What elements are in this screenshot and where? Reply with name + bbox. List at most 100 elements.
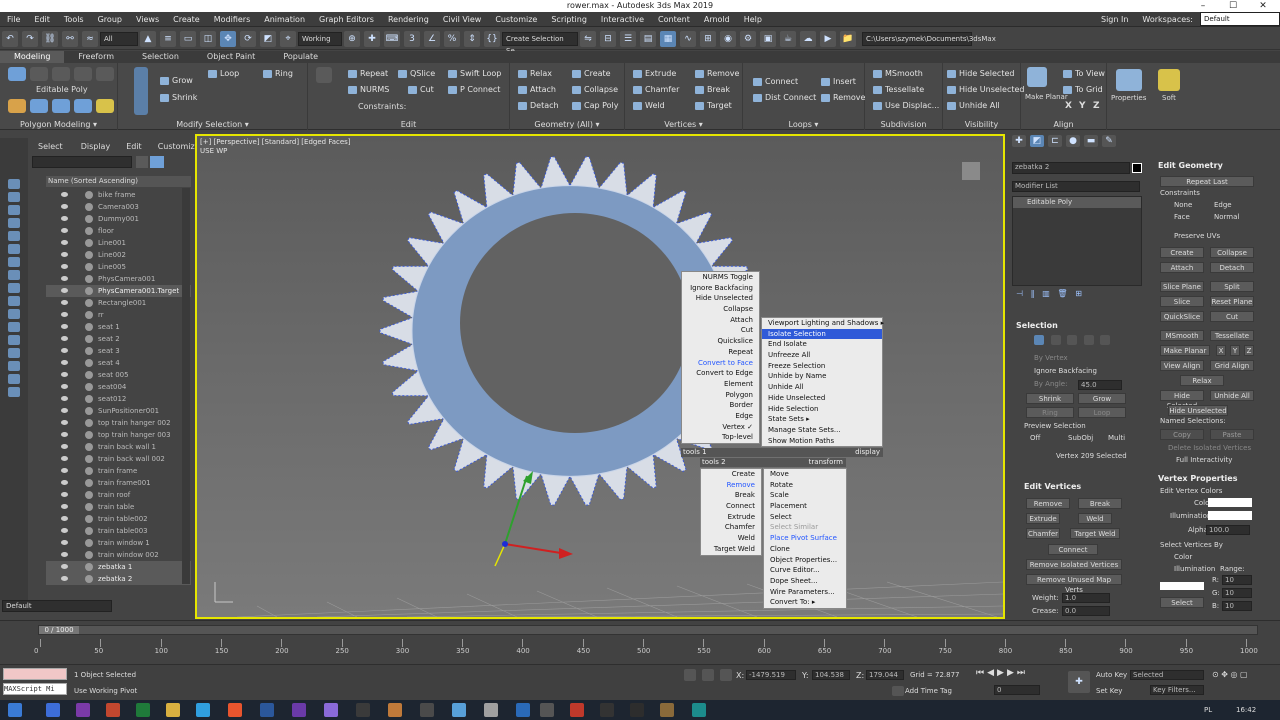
insert-button[interactable]: Insert: [821, 77, 856, 86]
preview-subobj-radio[interactable]: SubObj: [1068, 434, 1093, 442]
attach-button[interactable]: Attach: [518, 85, 556, 94]
filter-none-icon[interactable]: [8, 348, 20, 358]
edit-geometry-button[interactable]: Attach: [1160, 262, 1204, 273]
quad-menu-item[interactable]: Placement: [764, 501, 846, 512]
remove-button[interactable]: Remove: [695, 69, 739, 78]
ribbon-toggle-icon[interactable]: ▦: [660, 30, 676, 47]
visibility-eye-icon[interactable]: [61, 504, 68, 509]
project-path-field[interactable]: C:\Users\szymek\Documents\3dsMax: [862, 31, 996, 46]
app-icon[interactable]: [356, 703, 370, 717]
project-folder-icon[interactable]: 📁: [840, 30, 856, 47]
selection-rollout-title[interactable]: Selection: [1016, 321, 1058, 330]
app5-icon[interactable]: [484, 703, 498, 717]
range-b-spinner[interactable]: 10: [1222, 601, 1252, 611]
scene-list-item[interactable]: PhysCamera001.Target: [46, 285, 191, 297]
quad-menu-item[interactable]: Connect: [701, 501, 761, 512]
auto-key-button[interactable]: Auto Key: [1096, 671, 1127, 679]
app8-icon[interactable]: [570, 703, 584, 717]
ring-button[interactable]: Ring: [263, 69, 293, 78]
align-y-button[interactable]: Y: [1079, 101, 1086, 111]
viewcube[interactable]: [962, 162, 980, 180]
scene-list-item[interactable]: Line002: [46, 249, 191, 261]
menu-item[interactable]: Rendering: [381, 12, 436, 27]
visibility-eye-icon[interactable]: [61, 372, 68, 377]
quad-menu-item[interactable]: Unhide by Name: [762, 371, 882, 382]
visibility-eye-icon[interactable]: [61, 276, 68, 281]
crease-spinner[interactable]: 0.0: [1062, 606, 1110, 616]
tab-object-paint[interactable]: Object Paint: [193, 51, 269, 63]
preserve-uvs-icon[interactable]: [30, 99, 48, 113]
vertex-mode-icon[interactable]: [8, 67, 26, 81]
constraint-none-radio[interactable]: None: [1174, 201, 1192, 209]
window-crossing-icon[interactable]: ◫: [200, 30, 216, 47]
app11-icon[interactable]: [660, 703, 674, 717]
minimize-button[interactable]: –: [1188, 0, 1218, 12]
group-label[interactable]: Vertices ▾: [625, 120, 742, 129]
scene-list-item[interactable]: PhysCamera001: [46, 273, 191, 285]
quad-menu-item[interactable]: Create: [701, 469, 761, 480]
quad-menu-item[interactable]: Convert to Face: [682, 358, 759, 369]
visibility-eye-icon[interactable]: [61, 492, 68, 497]
menu-item[interactable]: Content: [651, 12, 697, 27]
dist-connect-button[interactable]: Dist Connect: [753, 93, 816, 102]
visibility-eye-icon[interactable]: [61, 576, 68, 581]
menu-item[interactable]: Arnold: [697, 12, 737, 27]
by-angle-checkbox[interactable]: By Angle:: [1034, 380, 1067, 388]
ring-button[interactable]: Ring: [1026, 407, 1074, 418]
constraint-normal-radio[interactable]: Normal: [1214, 213, 1239, 221]
visibility-eye-icon[interactable]: [61, 264, 68, 269]
quad-menu-item[interactable]: Collapse: [682, 304, 759, 315]
place-icon[interactable]: ⌖: [280, 30, 296, 47]
ignore-backfacing-checkbox[interactable]: Ignore Backfacing: [1034, 367, 1097, 375]
undo-icon[interactable]: ↶: [2, 30, 18, 47]
y-coordinate-field[interactable]: 104.538: [812, 670, 850, 680]
loop-button[interactable]: Loop: [208, 69, 239, 78]
quad-menu-item[interactable]: Remove: [701, 480, 761, 491]
group-label[interactable]: Modify Selection ▾: [118, 120, 307, 129]
constraint-face-radio[interactable]: Face: [1174, 213, 1190, 221]
quad-menu-item[interactable]: Convert to Edge: [682, 368, 759, 379]
tab-selection[interactable]: Selection: [128, 51, 193, 63]
scene-list-item[interactable]: train window 002: [46, 549, 191, 561]
break-button[interactable]: Break: [695, 85, 730, 94]
selection-filter-dropdown[interactable]: All: [100, 31, 138, 46]
app10-icon[interactable]: [630, 703, 644, 717]
scene-list-item[interactable]: Rectangle001: [46, 297, 191, 309]
edit-named-sets-icon[interactable]: {}: [484, 30, 500, 47]
app2-icon[interactable]: [388, 703, 402, 717]
detach-button[interactable]: Detach: [518, 101, 559, 110]
select-color-swatch[interactable]: [1160, 582, 1204, 590]
visibility-eye-icon[interactable]: [61, 432, 68, 437]
quad-menu-item[interactable]: NURMS Toggle: [682, 272, 759, 283]
quad-menu-item[interactable]: Top-level: [682, 432, 759, 443]
visibility-eye-icon[interactable]: [61, 312, 68, 317]
menu-item[interactable]: Interactive: [594, 12, 651, 27]
properties-icon[interactable]: [1116, 69, 1142, 91]
repeat-button[interactable]: Repeat: [348, 69, 388, 78]
edit-geometry-button[interactable]: Make Planar: [1160, 345, 1210, 356]
edit-geometry-button[interactable]: Split: [1210, 281, 1254, 292]
edit-vertices-rollout-title[interactable]: Edit Vertices: [1024, 482, 1081, 491]
connect-button[interactable]: Connect: [753, 77, 798, 86]
timeline-ruler[interactable]: 0 50 100 150 200 250 300 350 400 450 500 550 600 650 7…: [34, 639, 1258, 663]
soft-selection-icon[interactable]: [1158, 69, 1180, 91]
quad-menu-item[interactable]: Element: [682, 379, 759, 390]
range-g-spinner[interactable]: 10: [1222, 588, 1252, 598]
playback-controls[interactable]: ⏮◀▶▶⏭: [976, 668, 1036, 680]
edit-geometry-button[interactable]: Grid Align: [1210, 360, 1254, 371]
key-selection-dropdown[interactable]: Selected: [1130, 670, 1204, 680]
visibility-eye-icon[interactable]: [61, 240, 68, 245]
vertex-properties-rollout-title[interactable]: Vertex Properties: [1158, 474, 1237, 483]
clear-search-icon[interactable]: [136, 156, 148, 168]
app7-icon[interactable]: [540, 703, 554, 717]
ev-target-weld-button[interactable]: Target Weld: [1070, 528, 1120, 539]
explorer-tab-edit[interactable]: Edit: [118, 142, 150, 151]
scene-list-item[interactable]: seat 4: [46, 357, 191, 369]
edit-geometry-button[interactable]: Relax: [1180, 375, 1224, 386]
x-coordinate-field[interactable]: -1479.519: [746, 670, 796, 680]
modify-tab-icon[interactable]: ◩: [1030, 135, 1044, 147]
visibility-eye-icon[interactable]: [61, 324, 68, 329]
unlink-icon[interactable]: ⚯: [62, 30, 78, 47]
quad-menu-item[interactable]: Wire Parameters...: [764, 587, 846, 598]
named-selection-dropdown[interactable]: Create Selection Se: [502, 31, 578, 55]
